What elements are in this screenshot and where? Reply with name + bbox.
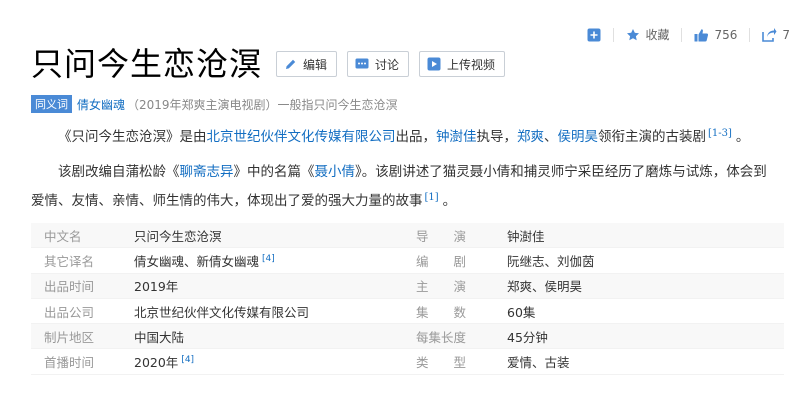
text: 。: [442, 193, 457, 209]
company-link[interactable]: 北京世纪伙伴文化传媒有限公司: [207, 129, 396, 145]
collect-label: 收藏: [645, 28, 670, 42]
info-key: 集 数: [416, 304, 467, 320]
info-key: 类 型: [416, 355, 467, 371]
divider: [613, 27, 615, 42]
text: 。: [735, 129, 750, 145]
info-row: 中文名 只问今生恋沧溟 导 演 钟澍佳: [31, 223, 784, 249]
synonym-badge: 同义词: [31, 95, 72, 113]
text: 执导，: [476, 129, 518, 145]
info-value: 北京世纪伙伴文化传媒有限公司: [134, 304, 310, 320]
share-count: 7: [782, 27, 790, 42]
director-link[interactable]: 钟澍佳: [436, 129, 477, 145]
info-value: 60集: [507, 304, 536, 320]
page-title: 只问今生恋沧溟: [31, 45, 263, 83]
info-row: 出品公司 北京世纪伙伴文化传媒有限公司 集 数 60集: [31, 299, 784, 325]
synonym-link[interactable]: 倩女幽魂: [77, 96, 125, 113]
synonym-row: 同义词 倩女幽魂 （2019年郑爽主演电视剧）一般指只问今生恋沧溟: [31, 95, 398, 113]
info-key: 主 演: [416, 279, 467, 295]
collect-button[interactable]: 收藏: [626, 26, 669, 43]
info-key: 编 剧: [416, 253, 467, 269]
divider: [749, 27, 751, 42]
reference-link[interactable]: [1-3]: [708, 128, 732, 139]
pencil-icon: [284, 58, 297, 71]
info-value: 倩女幽魂、新倩女幽魂 [4]: [134, 253, 275, 269]
info-row: 出品时间 2019年 主 演 郑爽、侯明昊: [31, 273, 784, 299]
basic-info-table: 中文名 只问今生恋沧溟 导 演 钟澍佳 其它译名 倩女幽魂、新倩女幽魂 [4] 编…: [31, 223, 784, 375]
info-row: 首播时间 2020年 [4] 类 型 爱情、古装: [31, 349, 784, 375]
info-key: 中文名: [44, 228, 82, 244]
actor-link[interactable]: 郑爽: [517, 129, 544, 145]
info-key: 出品公司: [44, 304, 95, 320]
synonym-desc: （2019年郑爽主演电视剧）一般指只问今生恋沧溟: [127, 97, 398, 112]
info-key: 其它译名: [44, 253, 95, 269]
info-key: 每集长度: [416, 329, 467, 345]
info-value: 郑爽、侯明昊: [507, 279, 583, 295]
info-key: 出品时间: [44, 279, 95, 295]
story-link[interactable]: 聂小倩: [315, 164, 356, 180]
add-button[interactable]: [587, 28, 601, 42]
info-value: 只问今生恋沧溟: [134, 228, 222, 244]
share-icon: [762, 27, 777, 42]
info-key: 首播时间: [44, 355, 95, 371]
summary-paragraph: 《只问今生恋沧溟》是由北京世纪伙伴文化传媒有限公司出品，钟澍佳执导，郑爽、侯明昊…: [31, 121, 771, 150]
text: 、: [544, 129, 558, 145]
like-count: 756: [714, 27, 738, 42]
plus-square-icon: [587, 28, 601, 42]
reference-link[interactable]: [4]: [181, 355, 194, 365]
text: 该剧改编自蒲松龄《: [58, 164, 180, 180]
discuss-button[interactable]: 讨论: [347, 51, 410, 77]
upload-video-button[interactable]: 上传视频: [419, 51, 506, 77]
text: 《只问今生恋沧溟》是由: [58, 129, 207, 145]
info-key: 导 演: [416, 228, 467, 244]
actor-link[interactable]: 侯明昊: [558, 129, 599, 145]
discuss-label: 讨论: [375, 57, 400, 72]
edit-button[interactable]: 编辑: [276, 51, 338, 77]
text: 出品，: [395, 129, 437, 145]
info-value: 2020年 [4]: [134, 355, 195, 371]
share-button[interactable]: 7: [762, 27, 790, 42]
info-value: 钟澍佳: [507, 228, 545, 244]
info-key: 制片地区: [44, 329, 95, 345]
comment-icon: [355, 58, 369, 71]
upload-video-label: 上传视频: [447, 57, 496, 72]
reference-link[interactable]: [4]: [262, 254, 275, 264]
info-value: 爱情、古装: [507, 355, 570, 371]
info-row: 制片地区 中国大陆 每集长度 45分钟: [31, 324, 784, 350]
star-icon: [626, 28, 640, 42]
info-value: 中国大陆: [134, 329, 185, 345]
like-button[interactable]: 756: [694, 28, 737, 42]
divider: [681, 27, 683, 42]
text: 》中的名篇《: [233, 164, 315, 180]
action-bar: 收藏 756 7: [575, 26, 790, 43]
edit-label: 编辑: [303, 57, 328, 72]
book-link[interactable]: 聊斋志异: [180, 164, 234, 180]
info-value: 45分钟: [507, 329, 548, 345]
plot-paragraph: 该剧改编自蒲松龄《聊斋志异》中的名篇《聂小倩》。该剧讲述了猫灵聂小倩和捕灵师宁采…: [31, 159, 771, 214]
text: 领衔主演的古装剧: [598, 129, 706, 145]
title-row: 只问今生恋沧溟 编辑 讨论 上传视频: [31, 42, 506, 86]
info-row: 其它译名 倩女幽魂、新倩女幽魂 [4] 编 剧 阮继志、刘伽茵: [31, 248, 784, 274]
info-value: 2019年: [134, 279, 179, 295]
video-play-icon: [427, 57, 441, 71]
thumbs-up-icon: [694, 28, 709, 42]
info-value: 阮继志、刘伽茵: [507, 253, 595, 269]
reference-link[interactable]: [1]: [425, 192, 439, 203]
